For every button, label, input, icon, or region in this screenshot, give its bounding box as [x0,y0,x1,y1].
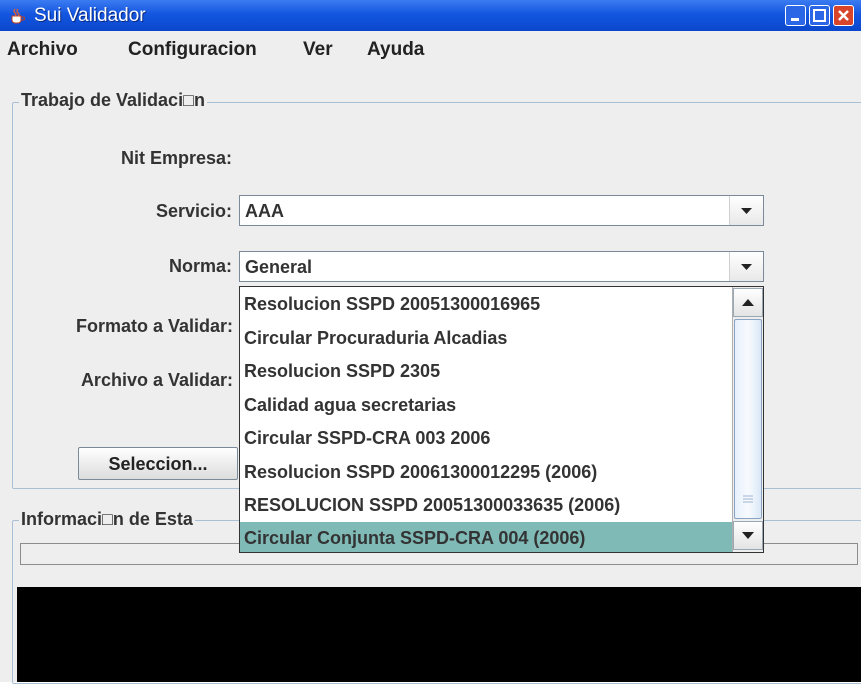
validation-group-legend: Trabajo de Validaci□n [19,90,207,111]
scroll-up-button[interactable] [733,288,763,317]
console-output [17,587,861,682]
title-bar: Sui Validador [0,0,861,31]
menu-configuracion[interactable]: Configuracion [128,39,257,61]
nit-empresa-label: Nit Empresa: [120,148,232,168]
norma-dropdown-arrow[interactable] [729,252,763,281]
menu-ayuda[interactable]: Ayuda [367,39,424,61]
chevron-down-icon [741,264,752,270]
list-item[interactable]: Resolucion SSPD 20061300012295 (2006) [244,456,597,489]
list-item[interactable]: Circular Procuraduria Alcadias [244,322,507,355]
servicio-combo[interactable]: AAA [239,195,764,226]
norma-value: General [245,257,313,277]
norma-label: Norma: [168,256,232,276]
list-item[interactable]: Resolucion SSPD 2305 [244,355,440,388]
java-cup-icon [8,7,26,25]
list-item[interactable]: RESOLUCION SSPD 20051300033635 (2006) [244,489,620,522]
seleccionar-button-label: Seleccion... [108,454,208,474]
formato-label: Formato a Validar: [75,316,233,336]
list-item[interactable]: Circular SSPD-CRA 003 2006 [244,422,490,455]
scroll-thumb[interactable] [734,319,762,519]
servicio-label: Servicio: [155,201,232,221]
norma-combo[interactable]: General [239,251,764,282]
list-item-selected[interactable]: Circular Conjunta SSPD-CRA 004 (2006) [240,522,732,552]
status-group-legend: Informaci□n de Esta [19,509,195,530]
chevron-up-icon [742,299,754,306]
list-item[interactable]: Resolucion SSPD 20051300016965 [244,288,540,321]
norma-dropdown-list: Resolucion SSPD 20051300016965 Circular … [239,286,764,553]
servicio-value: AAA [245,201,284,221]
scroll-down-button[interactable] [733,521,763,550]
dropdown-scrollbar[interactable] [732,287,763,552]
list-item[interactable]: Calidad agua secretarias [244,389,456,422]
servicio-dropdown-arrow[interactable] [729,196,763,225]
menu-archivo[interactable]: Archivo [7,39,78,61]
menu-ver[interactable]: Ver [303,39,333,61]
minimize-button[interactable] [785,5,806,26]
chevron-down-icon [741,208,752,214]
grip-icon [743,495,753,503]
maximize-button[interactable] [809,5,830,26]
seleccionar-button[interactable]: Seleccion... [78,447,238,480]
archivo-label: Archivo a Validar: [80,370,233,390]
window-title: Sui Validador [34,5,146,26]
close-button[interactable] [833,5,854,26]
chevron-down-icon [742,532,754,539]
